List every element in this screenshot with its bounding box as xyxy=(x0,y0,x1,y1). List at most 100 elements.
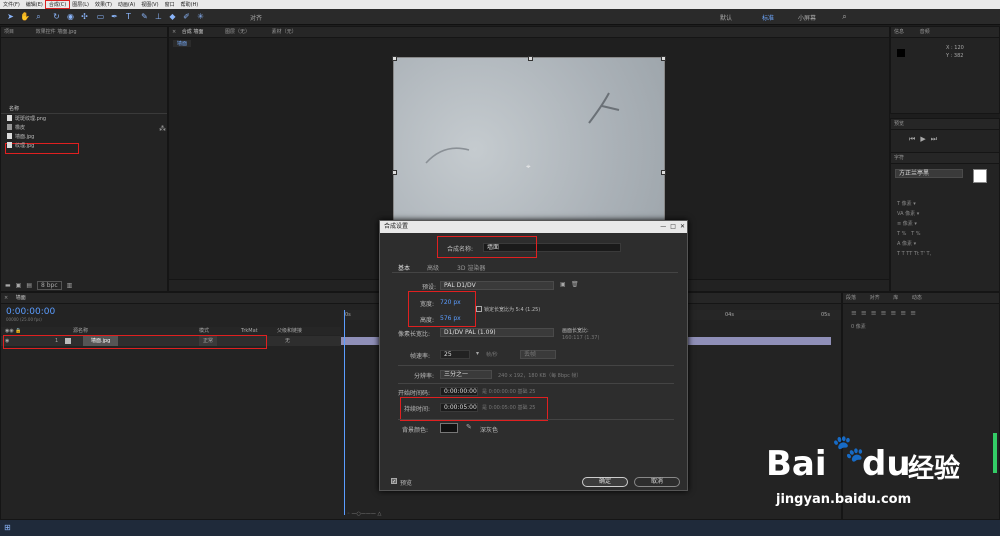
cancel-button[interactable]: 取消 xyxy=(634,477,680,487)
roto-tool-icon[interactable]: ✐ xyxy=(182,12,191,21)
list-item[interactable]: 橡皮 xyxy=(7,124,25,132)
menu-effect[interactable]: 效果(T) xyxy=(92,1,115,8)
tab-project[interactable]: 项目 xyxy=(4,29,14,35)
new-comp-icon[interactable]: ▣ xyxy=(16,282,22,289)
tab-paragraph[interactable]: 段落 xyxy=(846,295,856,301)
font-size-field[interactable]: T 像素 ▾ xyxy=(897,199,931,209)
zoom-tool-icon[interactable]: ⌕ xyxy=(34,12,43,21)
menu-animation[interactable]: 动画(A) xyxy=(115,1,138,8)
tab-footage[interactable]: 素材（无） xyxy=(272,29,297,35)
menu-view[interactable]: 视图(V) xyxy=(138,1,161,8)
transform-handle[interactable] xyxy=(661,170,666,175)
rectangle-tool-icon[interactable]: ▭ xyxy=(96,12,105,21)
rotate-tool-icon[interactable]: ↻ xyxy=(52,12,61,21)
tab-effect-controls[interactable]: 效果控件 墙面.jpg xyxy=(36,29,77,35)
column-name-header[interactable]: 名称 xyxy=(9,105,19,113)
preset-select[interactable]: PAL D1/DV xyxy=(440,281,554,290)
pen-tool-icon[interactable]: ✒ xyxy=(110,12,119,21)
font-select[interactable]: 方正兰亭黑 xyxy=(895,169,963,178)
parent-select[interactable]: 无 xyxy=(285,336,290,346)
start-icon[interactable]: ⊞ xyxy=(4,523,11,532)
menu-edit[interactable]: 编辑(E) xyxy=(23,1,46,8)
tab-dynamics[interactable]: 动态 xyxy=(912,295,922,301)
tab-timeline-comp[interactable]: 墙面 xyxy=(16,295,26,301)
list-item[interactable]: 纹理.jpg xyxy=(7,142,34,150)
indent-field[interactable]: 0 像素 xyxy=(851,323,866,330)
pan-behind-tool-icon[interactable]: ✣ xyxy=(80,12,89,21)
zoom-slider[interactable]: ◦ —○——— △ xyxy=(347,511,427,517)
tab-preview[interactable]: 预览 xyxy=(891,119,999,130)
fps-input[interactable]: 25 xyxy=(440,350,470,359)
stroke-field[interactable]: ≡ 像素 ▾ xyxy=(897,219,931,229)
trash-icon[interactable]: 🗑 xyxy=(571,281,579,288)
resolution-select[interactable]: 三分之一 xyxy=(440,370,492,379)
lock-aspect-checkbox[interactable] xyxy=(476,306,482,312)
column-trkmat[interactable]: TrkMat xyxy=(241,327,258,335)
preview-checkbox[interactable]: ✓ xyxy=(391,478,397,485)
list-item[interactable]: 斑斑纹理.png xyxy=(7,115,46,123)
menu-composition[interactable]: 合成(C) xyxy=(44,0,71,9)
trash-icon[interactable]: ▥ xyxy=(67,282,73,289)
eyedropper-icon[interactable]: ✎ xyxy=(466,423,472,431)
maximize-icon[interactable]: □ xyxy=(670,223,676,231)
workspace-default[interactable]: 默认 xyxy=(720,13,732,22)
hand-tool-icon[interactable]: ✋ xyxy=(20,12,30,21)
tab-library[interactable]: 库 xyxy=(893,295,898,301)
minimize-icon[interactable]: — xyxy=(660,223,666,231)
search-help-icon[interactable]: ⌕ xyxy=(840,12,849,21)
column-parent[interactable]: 父级和链接 xyxy=(277,327,302,335)
network-icon[interactable]: ⁂ xyxy=(159,125,166,133)
selection-tool-icon[interactable]: ➤ xyxy=(6,12,15,21)
playhead[interactable] xyxy=(344,310,345,515)
save-preset-icon[interactable]: ▣ xyxy=(560,281,566,288)
transform-handle[interactable] xyxy=(392,170,397,175)
bpc-button[interactable]: 8 bpc xyxy=(37,281,62,290)
close-icon[interactable]: ✕ xyxy=(680,223,685,231)
start-timecode-input[interactable]: 0:00:00:00 xyxy=(440,387,478,396)
transform-handle[interactable] xyxy=(528,56,533,61)
current-timecode[interactable]: 0:00:00:00 xyxy=(6,307,55,317)
stamp-tool-icon[interactable]: ⊥ xyxy=(154,12,163,21)
tab-align[interactable]: 对齐 xyxy=(870,295,880,301)
column-source-name[interactable]: 源名称 xyxy=(73,327,88,335)
menu-file[interactable]: 文件(F) xyxy=(0,1,23,8)
close-icon[interactable]: × xyxy=(4,295,8,301)
fill-color-swatch[interactable] xyxy=(973,169,987,183)
column-mode[interactable]: 模式 xyxy=(199,327,209,335)
align-checkbox-label[interactable]: 对齐 xyxy=(250,13,262,22)
brush-tool-icon[interactable]: ✎ xyxy=(140,12,149,21)
tab-3d-renderer[interactable]: 3D 渲染器 xyxy=(457,263,485,272)
workspace-small-screen[interactable]: 小屏幕 xyxy=(798,13,816,22)
par-select[interactable]: D1/DV PAL (1.09) xyxy=(440,328,554,337)
baseline-field[interactable]: A 像素 ▾ xyxy=(897,239,931,249)
workspace-standard[interactable]: 标准 xyxy=(762,13,774,22)
viewer-subtab[interactable]: 墙面 xyxy=(173,40,192,47)
transform-handle[interactable] xyxy=(661,56,666,61)
tab-info[interactable]: 信息 xyxy=(894,29,904,35)
align-buttons[interactable]: ≡≡≡≡≡≡≡ xyxy=(851,309,920,317)
style-buttons[interactable]: T T TT Tt T' T, xyxy=(897,249,931,259)
transform-handle[interactable] xyxy=(392,56,397,61)
drop-frame-select[interactable]: 丢帧 xyxy=(520,350,556,359)
eraser-tool-icon[interactable]: ◆ xyxy=(168,12,177,21)
first-frame-icon[interactable]: ⏮ xyxy=(909,135,920,143)
last-frame-icon[interactable]: ⏭ xyxy=(931,135,942,143)
menu-help[interactable]: 帮助(H) xyxy=(178,1,202,8)
camera-tool-icon[interactable]: ◉ xyxy=(66,12,75,21)
tracking-field[interactable]: VA 像素 ▾ xyxy=(897,209,931,219)
anchor-point-icon[interactable]: ⌖ xyxy=(526,162,531,172)
tab-composition[interactable]: 合成 墙面 xyxy=(182,29,204,35)
chevron-down-icon[interactable]: ▾ xyxy=(476,350,479,357)
bg-color-swatch[interactable] xyxy=(440,423,458,433)
menu-layer[interactable]: 图层(L) xyxy=(69,1,92,8)
settings-icon[interactable]: ▤ xyxy=(26,282,32,289)
tab-character[interactable]: 字符 xyxy=(891,153,999,164)
close-icon[interactable]: × xyxy=(172,29,176,35)
tab-advanced[interactable]: 高级 xyxy=(427,263,439,272)
type-tool-icon[interactable]: T xyxy=(124,12,133,21)
puppet-tool-icon[interactable]: ✳ xyxy=(196,12,205,21)
menu-window[interactable]: 窗口 xyxy=(162,1,178,8)
scale-field[interactable]: T % T % xyxy=(897,229,931,239)
list-item[interactable]: 墙面.jpg xyxy=(7,133,34,141)
tab-layer[interactable]: 图层（无） xyxy=(225,29,250,35)
